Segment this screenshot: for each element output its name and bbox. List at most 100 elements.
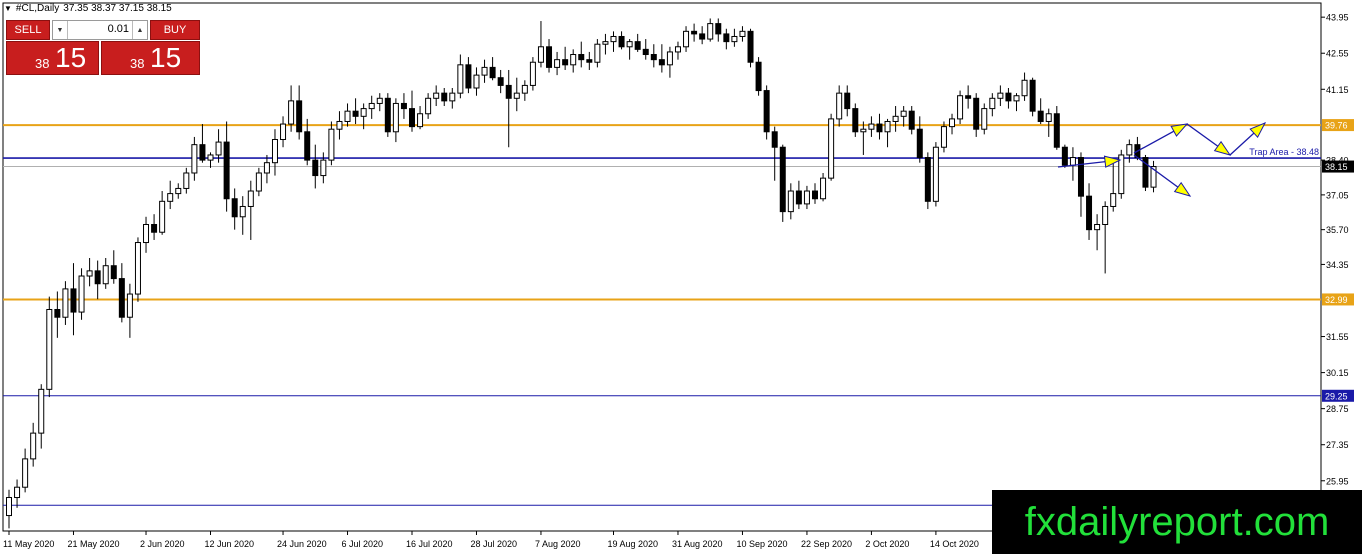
- forecast-arrow-4-head: [1213, 140, 1232, 156]
- watermark-banner: fxdailyreport.com: [992, 490, 1362, 554]
- buy-button[interactable]: BUY: [150, 20, 200, 40]
- candle-body: [739, 30, 746, 37]
- candle-body: [400, 102, 407, 110]
- candle-body: [626, 41, 633, 48]
- candle-body: [973, 97, 980, 130]
- x-tick-label-8: 7 Aug 2020: [535, 539, 581, 549]
- x-tick-label-2: 2 Jun 2020: [140, 539, 185, 549]
- candle-body: [78, 275, 85, 313]
- x-tick-label-3: 12 Jun 2020: [205, 539, 255, 549]
- candle-body: [554, 59, 561, 68]
- candle-body: [6, 497, 12, 517]
- symbol-triangle-icon: ▼: [4, 4, 12, 13]
- candle-body: [1005, 92, 1012, 102]
- candle-body: [650, 54, 657, 61]
- candle-body: [280, 123, 287, 141]
- candle-body: [167, 193, 174, 202]
- candle-body: [384, 97, 391, 133]
- candle-body: [868, 123, 875, 130]
- candle-body: [803, 190, 810, 205]
- sell-price-box[interactable]: 38 15: [6, 41, 99, 75]
- plot-border: [2, 2, 1322, 532]
- candle-body: [126, 293, 133, 318]
- candle-body: [118, 278, 125, 318]
- candle-body: [336, 120, 343, 130]
- candle-body: [731, 35, 738, 43]
- candle-body: [54, 308, 61, 318]
- candle-body: [884, 120, 891, 133]
- candle-body: [683, 30, 690, 48]
- buy-price-big: 15: [150, 42, 182, 73]
- y-axis: 43.9542.5541.1538.4037.0535.7034.3531.55…: [1321, 13, 1354, 486]
- candle-body: [199, 144, 206, 161]
- candles: [6, 18, 1157, 529]
- candle-body: [304, 131, 311, 161]
- lot-increase-icon[interactable]: ▲: [132, 21, 147, 39]
- candle-body: [610, 35, 617, 43]
- candle-body: [38, 388, 45, 434]
- y-tick-label-12: 28.75: [1326, 404, 1349, 414]
- candle-body: [239, 205, 246, 218]
- chart-ohlc: 37.35 38.37 37.15 38.15: [63, 3, 172, 14]
- forecast-arrow-2-head: [1173, 181, 1192, 197]
- y-tick-label-14: 25.95: [1326, 476, 1349, 486]
- y-tick-label-10: 30.15: [1326, 368, 1349, 378]
- candle-body: [634, 41, 641, 50]
- candle-body: [997, 92, 1004, 99]
- candle-body: [707, 23, 714, 40]
- candle-body: [876, 123, 883, 133]
- y-tick-label-2: 41.15: [1326, 85, 1349, 95]
- y-tick-label-1: 42.55: [1326, 49, 1349, 59]
- candle-body: [537, 46, 544, 63]
- candle-body: [207, 154, 214, 161]
- sell-button[interactable]: SELL: [6, 20, 50, 40]
- candle-body: [1061, 146, 1068, 166]
- candle-body: [159, 200, 166, 233]
- candle-body: [62, 288, 69, 318]
- candle-body: [94, 270, 101, 285]
- candle-body: [1013, 95, 1020, 102]
- candle-body: [417, 113, 424, 128]
- candle-body: [1021, 79, 1028, 97]
- x-tick-label-13: 2 Oct 2020: [865, 539, 909, 549]
- candle-body: [666, 51, 673, 66]
- candle-body: [908, 110, 915, 130]
- candle-body: [513, 92, 520, 99]
- candle-body: [271, 139, 278, 164]
- candle-body: [1029, 79, 1036, 112]
- candle-body: [231, 198, 238, 218]
- chart-symbol: #CL,Daily: [15, 3, 60, 14]
- lot-decrease-icon[interactable]: ▼: [53, 21, 68, 39]
- candle-body: [658, 59, 665, 66]
- x-tick-label-0: 11 May 2020: [3, 539, 54, 549]
- candle-body: [263, 162, 270, 174]
- candle-body: [288, 100, 295, 125]
- candle-body: [465, 64, 472, 89]
- buy-price-box[interactable]: 38 15: [101, 41, 200, 75]
- x-tick-label-4: 24 Jun 2020: [277, 539, 327, 549]
- candle-body: [255, 172, 262, 192]
- candle-body: [940, 126, 947, 148]
- candle-body: [433, 92, 440, 99]
- price-chart[interactable]: 39.76Trap Area - 38.4832.9929.2525.00 43…: [0, 0, 1362, 554]
- candle-body: [473, 74, 480, 89]
- candle-body: [183, 172, 190, 189]
- candle-body: [570, 54, 577, 66]
- candle-body: [820, 177, 827, 200]
- candle-body: [312, 159, 319, 177]
- x-tick-label-11: 10 Sep 2020: [736, 539, 787, 549]
- lot-size-value[interactable]: 0.01: [108, 23, 129, 35]
- y-tick-label-0: 43.95: [1326, 13, 1349, 23]
- candle-body: [30, 432, 37, 460]
- candle-body: [1126, 144, 1133, 156]
- candle-body: [441, 92, 448, 102]
- candle-body: [223, 141, 230, 200]
- candle-body: [602, 41, 609, 45]
- candle-body: [1069, 157, 1076, 166]
- one-click-trade-panel: SELL ▼ 0.01 ▲ BUY 38 15 38 15: [6, 20, 222, 76]
- candle-body: [1053, 113, 1060, 148]
- x-tick-label-14: 14 Oct 2020: [930, 539, 979, 549]
- candle-body: [14, 486, 21, 499]
- candle-body: [949, 118, 956, 128]
- lot-size-input[interactable]: ▼ 0.01 ▲: [52, 20, 148, 40]
